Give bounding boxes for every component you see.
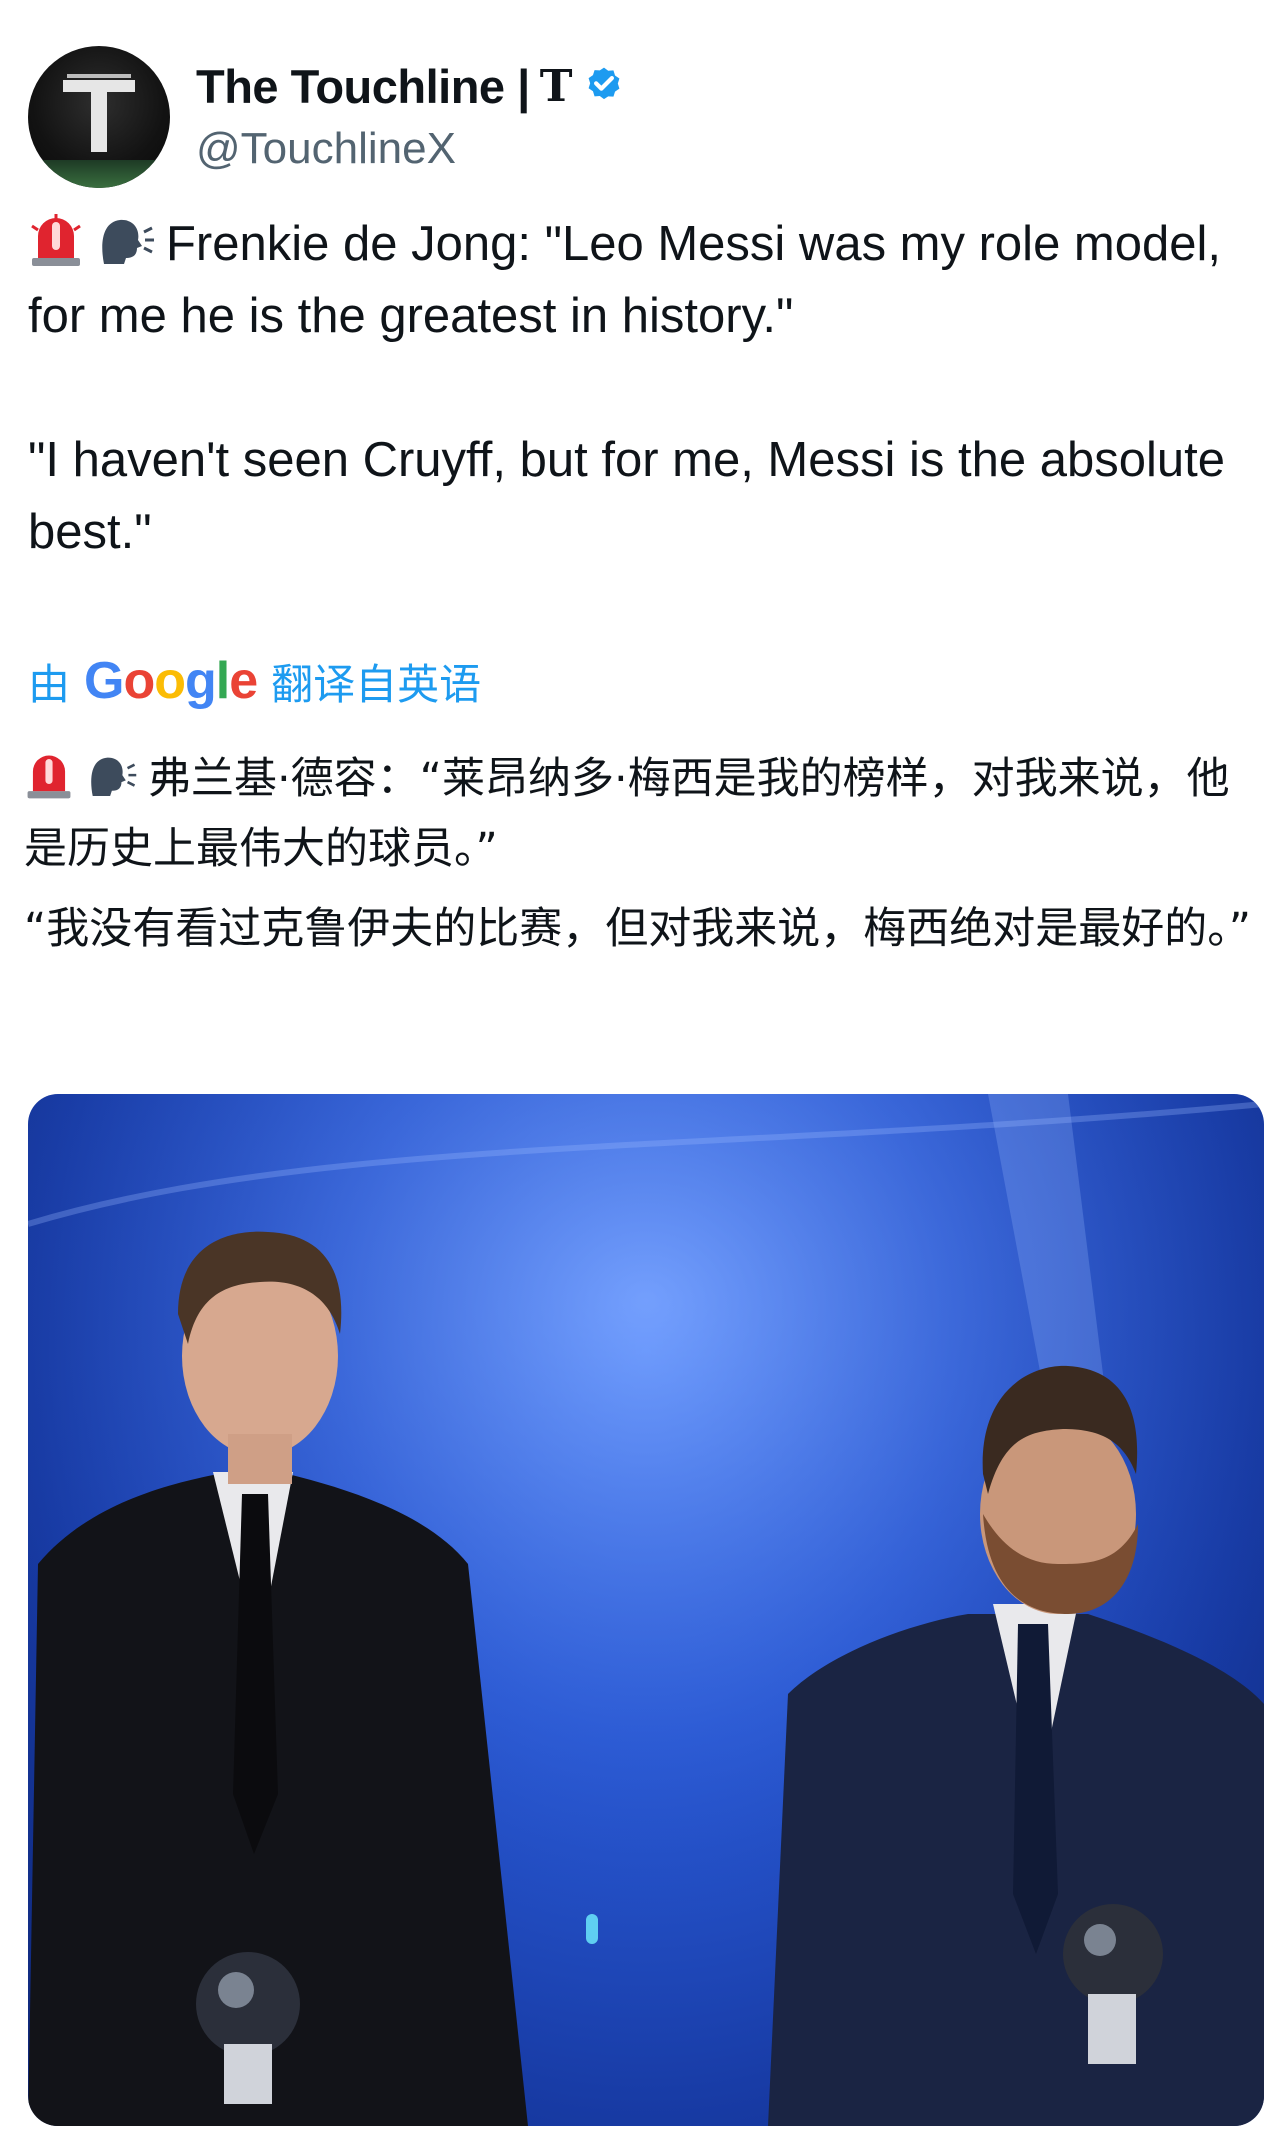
tweet-line-2: "I haven't seen Cruyff, but for me, Mess… (28, 433, 1225, 559)
translated-line-1: 弗兰基·德容：“莱昂纳多·梅西是我的榜样，对我来说，他是历史上最伟大的球员。” (24, 754, 1230, 874)
verified-badge-icon (588, 67, 619, 100)
affiliation-badge[interactable]: T (540, 61, 573, 112)
touchline-logo-icon (63, 74, 135, 152)
avatar-ground (28, 160, 170, 188)
speaking-head-emoji (102, 219, 154, 264)
google-logo: Google (84, 652, 258, 710)
tweet-header: The Touchline | T @TouchlineX (28, 44, 1258, 192)
translated-from-label: 翻译自英语 (271, 660, 482, 708)
police-light-emoji (31, 214, 81, 266)
avatar[interactable] (28, 46, 170, 188)
tweet-line-1: Frenkie de Jong: "Leo Messi was my role … (28, 217, 1222, 343)
user-handle[interactable]: @TouchlineX (196, 124, 456, 174)
name-row: The Touchline | T (196, 56, 625, 116)
translated-line-2: “我没有看过克鲁伊夫的比赛，但对我来说，梅西绝对是最好的。” (24, 904, 1252, 954)
translation-bar[interactable]: 由 Google 翻译自英语 (28, 650, 481, 712)
tweet-paragraph-1: Frenkie de Jong: "Leo Messi was my role … (28, 208, 1248, 352)
speaking-head-emoji (91, 757, 137, 797)
stage-photo (28, 1094, 1264, 2126)
translated-text: 弗兰基·德容：“莱昂纳多·梅西是我的榜样，对我来说，他是历史上最伟大的球员。” … (24, 744, 1260, 964)
tweet-text: Frenkie de Jong: "Leo Messi was my role … (28, 208, 1248, 568)
police-light-emoji (27, 755, 71, 799)
tweet-image[interactable] (28, 1094, 1264, 2126)
translated-by-label: 由 (28, 660, 71, 708)
translated-paragraph-1: 弗兰基·德容：“莱昂纳多·梅西是我的榜样，对我来说，他是历史上最伟大的球员。” (24, 744, 1260, 884)
display-name[interactable]: The Touchline | (196, 59, 530, 114)
